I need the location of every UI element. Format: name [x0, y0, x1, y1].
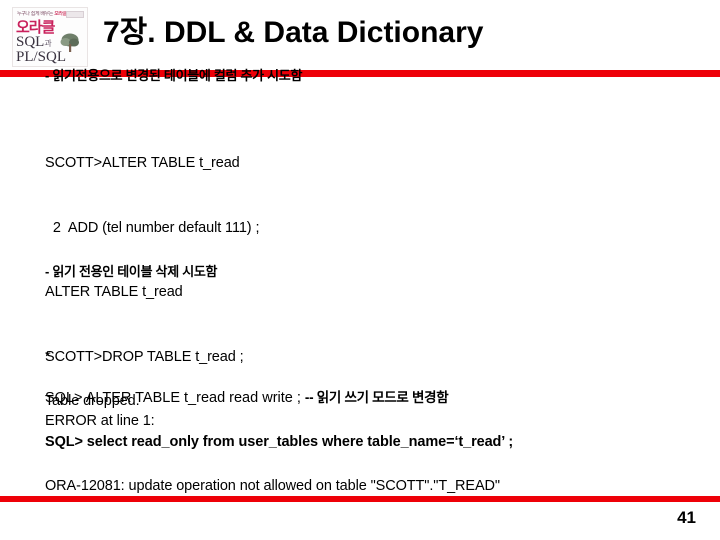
code-line: ORA-12081: update operation not allowed …: [45, 477, 500, 494]
sql-statement-text: SQL> select read_only from user_tables w…: [45, 434, 514, 450]
slide-body: SCOTT>ALTER TABLE t_read 2 ADD (tel numb…: [0, 77, 720, 496]
book-cover-logo: 누구나 쉽게 배우는 오라클 오라클 SQL과 PL/SQL: [12, 7, 88, 67]
page-number: 41: [677, 508, 696, 527]
code-line: SCOTT>ALTER TABLE t_read: [45, 155, 240, 171]
footer-divider-bar: [0, 496, 720, 502]
sql-statement-comment: -- 읽기 쓰기 모드로 변경함: [304, 390, 449, 405]
sql-statement-read-write: SQL> ALTER TABLE t_read read write ; -- …: [45, 387, 449, 409]
section-heading-drop: - 읽기 전용인 테이블 삭제 시도함: [45, 264, 218, 279]
book-cover-tagline-plain: 누구나 쉽게 배우는: [17, 11, 53, 17]
slide-header: 누구나 쉽게 배우는 오라클 오라클 SQL과 PL/SQL 7장. DDL &…: [0, 0, 720, 70]
book-cover-sql-label: SQL: [16, 34, 45, 50]
page-title: 7장. DDL & Data Dictionary: [103, 16, 484, 49]
sql-statement-text: SQL> ALTER TABLE t_read read write ;: [45, 390, 305, 406]
book-cover-badge-icon: [66, 11, 84, 18]
book-cover-sql-suffix: 과: [44, 39, 52, 48]
sql-statement-select-read-only: SQL> select read_only from user_tables w…: [45, 431, 513, 453]
code-line: ALTER TABLE t_read: [45, 284, 183, 300]
book-cover-korean-title: 오라클: [16, 18, 55, 36]
code-line: 2 ADD (tel number default 111) ;: [45, 219, 260, 236]
tree-icon: [60, 33, 79, 52]
book-cover-tagline-highlight: 오라클: [54, 11, 67, 17]
